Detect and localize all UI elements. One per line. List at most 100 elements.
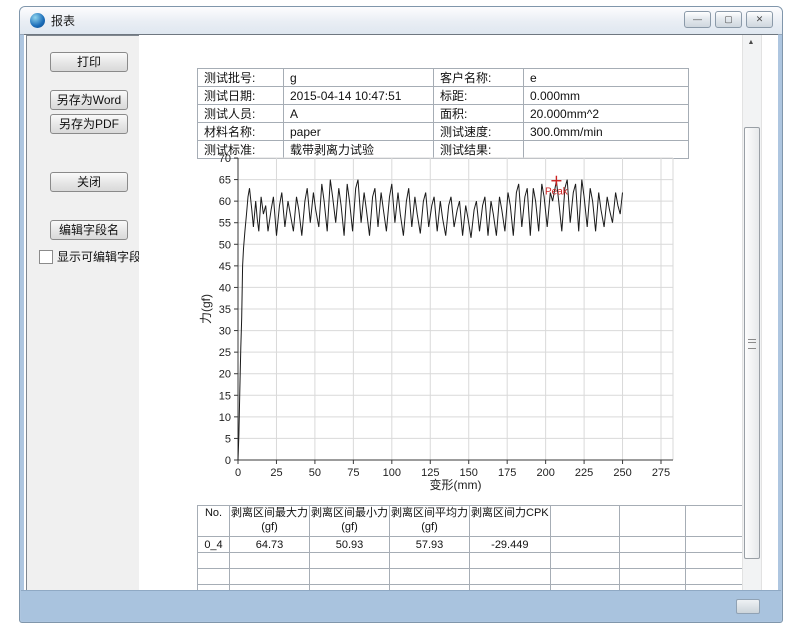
- info-value: 2015-04-14 10:47:51: [284, 87, 434, 105]
- window-title: 报表: [51, 12, 75, 29]
- results-cell: [310, 553, 390, 569]
- info-label: 测试批号:: [198, 69, 284, 87]
- resize-grip[interactable]: [736, 599, 760, 614]
- results-cell: [470, 553, 551, 569]
- results-header-cell: No.: [198, 506, 230, 537]
- info-label: 客户名称:: [434, 69, 524, 87]
- y-tick-label: 35: [219, 304, 231, 316]
- y-tick-label: 5: [225, 433, 231, 445]
- scroll-up-icon[interactable]: ▲: [744, 37, 758, 49]
- info-label: 面积:: [434, 105, 524, 123]
- save-as-word-button[interactable]: 另存为Word: [50, 90, 128, 110]
- close-button[interactable]: ✕: [746, 11, 773, 28]
- info-value: e: [524, 69, 689, 87]
- results-cell: [685, 569, 750, 585]
- results-data-row: 0_464.7350.9357.93-29.449: [198, 537, 751, 553]
- results-cell: 0_4: [198, 537, 230, 553]
- results-cell: [619, 537, 685, 553]
- results-cell: [550, 553, 619, 569]
- force-displacement-chart: 0255075100125150175200225250275051015202…: [197, 152, 691, 495]
- show-editable-fields-row: 显示可编辑字段名: [39, 248, 153, 265]
- results-cell: [198, 569, 230, 585]
- titlebar[interactable]: 报表 — ▢ ✕: [20, 7, 782, 35]
- results-header-cell: 剥离区间最大力(gf): [230, 506, 310, 537]
- y-tick-label: 45: [219, 261, 231, 273]
- results-header-cell: 剥离区间最小力(gf): [310, 506, 390, 537]
- y-tick-label: 70: [219, 153, 231, 165]
- info-value: 0.000mm: [524, 87, 689, 105]
- peel-results-table: No.剥离区间最大力(gf)剥离区间最小力(gf)剥离区间平均力(gf)剥离区间…: [197, 505, 751, 592]
- results-cell: [619, 569, 685, 585]
- y-tick-label: 40: [219, 282, 231, 294]
- results-header-cell: 剥离区间力CPK: [470, 506, 551, 537]
- results-cell: [550, 537, 619, 553]
- vertical-scrollbar[interactable]: ▲: [742, 35, 762, 591]
- x-tick-label: 250: [613, 467, 631, 479]
- info-value: paper: [284, 123, 434, 141]
- results-cell: [390, 553, 470, 569]
- sidebar: 打印 另存为Word 另存为PDF 关闭 编辑字段名 显示可编辑字段名: [26, 35, 140, 592]
- x-tick-label: 0: [235, 467, 241, 479]
- info-row: 材料名称:paper测试速度:300.0mm/min: [198, 123, 689, 141]
- y-tick-label: 60: [219, 196, 231, 208]
- results-cell: [390, 569, 470, 585]
- minimize-icon: —: [693, 15, 702, 24]
- info-label: 标距:: [434, 87, 524, 105]
- scrollbar-grip-icon: [748, 339, 756, 349]
- results-cell: [550, 569, 619, 585]
- info-label: 测试日期:: [198, 87, 284, 105]
- x-tick-label: 75: [347, 467, 359, 479]
- results-cell: [685, 553, 750, 569]
- y-tick-label: 30: [219, 326, 231, 338]
- info-label: 材料名称:: [198, 123, 284, 141]
- x-tick-label: 200: [536, 467, 554, 479]
- close-report-button[interactable]: 关闭: [50, 172, 128, 192]
- results-empty-row: [198, 553, 751, 569]
- results-header-cell: [550, 506, 619, 537]
- window-content: 打印 另存为Word 另存为PDF 关闭 编辑字段名 显示可编辑字段名 测试批号…: [24, 34, 778, 592]
- report-viewer: 测试批号:g客户名称:e测试日期:2015-04-14 10:47:51标距:0…: [139, 35, 778, 592]
- results-cell: 50.93: [310, 537, 390, 553]
- results-header-cell: 剥离区间平均力(gf): [390, 506, 470, 537]
- minimize-button[interactable]: —: [684, 11, 711, 28]
- results-cell: [470, 569, 551, 585]
- results-cell: [230, 569, 310, 585]
- close-icon: ✕: [756, 15, 764, 24]
- x-tick-label: 225: [575, 467, 593, 479]
- y-tick-label: 20: [219, 369, 231, 381]
- x-tick-label: 50: [309, 467, 321, 479]
- peak-marker-label: Peak: [545, 187, 569, 198]
- y-tick-label: 0: [225, 455, 231, 467]
- results-cell: [619, 553, 685, 569]
- x-axis-title: 变形(mm): [430, 477, 482, 492]
- maximize-icon: ▢: [724, 15, 733, 24]
- results-header-row: No.剥离区间最大力(gf)剥离区间最小力(gf)剥离区间平均力(gf)剥离区间…: [198, 506, 751, 537]
- results-cell: [230, 553, 310, 569]
- info-value: g: [284, 69, 434, 87]
- results-empty-row: [198, 569, 751, 585]
- results-cell: 57.93: [390, 537, 470, 553]
- results-cell: -29.449: [470, 537, 551, 553]
- info-value: A: [284, 105, 434, 123]
- maximize-button[interactable]: ▢: [715, 11, 742, 28]
- y-tick-label: 55: [219, 218, 231, 230]
- edit-fields-button[interactable]: 编辑字段名: [50, 220, 128, 240]
- results-header-cell: [685, 506, 750, 537]
- x-tick-label: 275: [652, 467, 670, 479]
- y-tick-label: 25: [219, 347, 231, 359]
- y-tick-label: 65: [219, 175, 231, 187]
- scrollbar-thumb[interactable]: [744, 127, 760, 559]
- info-label: 测试人员:: [198, 105, 284, 123]
- info-value: 20.000mm^2: [524, 105, 689, 123]
- save-as-pdf-button[interactable]: 另存为PDF: [50, 114, 128, 134]
- y-tick-label: 50: [219, 239, 231, 251]
- chart-svg: 0255075100125150175200225250275051015202…: [197, 152, 691, 495]
- results-cell: 64.73: [230, 537, 310, 553]
- show-editable-fields-checkbox[interactable]: [39, 250, 53, 264]
- x-tick-label: 175: [498, 467, 516, 479]
- print-button[interactable]: 打印: [50, 52, 128, 72]
- x-tick-label: 25: [270, 467, 282, 479]
- y-axis-title: 力(gf): [199, 294, 213, 324]
- x-tick-label: 100: [383, 467, 401, 479]
- app-icon: [30, 13, 45, 28]
